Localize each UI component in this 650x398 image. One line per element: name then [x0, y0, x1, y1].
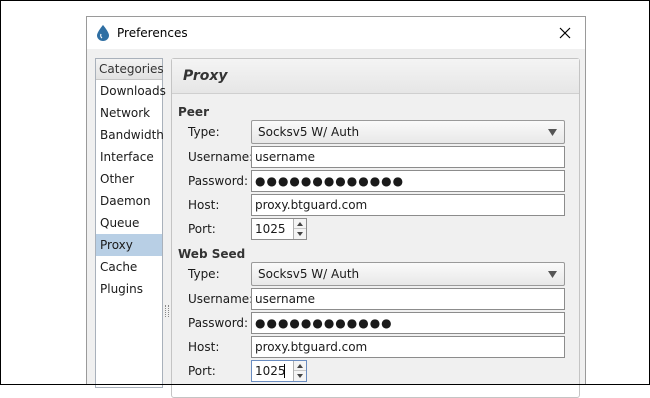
sidebar-item-other[interactable]: Other: [96, 168, 162, 190]
peer-username-field[interactable]: username: [251, 146, 565, 168]
sidebar-item-queue[interactable]: Queue: [96, 212, 162, 234]
webseed-type-value: Socksv5 W/ Auth: [258, 267, 360, 281]
peer-host-field[interactable]: proxy.btguard.com: [251, 194, 565, 216]
sidebar-item-network[interactable]: Network: [96, 102, 162, 124]
droplet-icon: [97, 25, 109, 41]
webseed-username-field[interactable]: username: [251, 288, 565, 310]
arrow-up-icon: [297, 221, 303, 226]
panel-title: Proxy: [172, 59, 579, 94]
sidebar-item-plugins[interactable]: Plugins: [96, 278, 162, 300]
peer-host-label: Host:: [188, 198, 220, 212]
webseed-port-value[interactable]: 1025: [255, 361, 286, 381]
pane-splitter-handle[interactable]: [165, 305, 169, 317]
sidebar-item-interface[interactable]: Interface: [96, 146, 162, 168]
webseed-password-label: Password:: [188, 316, 249, 330]
webseed-port-spin-buttons: [293, 361, 306, 381]
categories-header: Categories: [96, 59, 164, 80]
title-bar: Preferences: [87, 17, 585, 49]
peer-username-label: Username:: [188, 150, 254, 164]
peer-port-label: Port:: [188, 222, 216, 236]
close-button[interactable]: [545, 17, 585, 49]
peer-port-value[interactable]: 1025: [255, 219, 286, 239]
peer-type-value: Socksv5 W/ Auth: [258, 125, 360, 139]
arrow-up-icon: [297, 363, 303, 368]
webseed-password-field[interactable]: ●●●●●●●●●●●●: [251, 312, 565, 334]
peer-port-spinner[interactable]: 1025: [251, 218, 307, 240]
peer-password-field[interactable]: ●●●●●●●●●●●●●: [251, 170, 565, 192]
peer-password-label: Password:: [188, 174, 249, 188]
webseed-section-title: Web Seed: [178, 247, 246, 261]
webseed-type-label: Type:: [188, 267, 220, 281]
webseed-port-spinner[interactable]: 1025: [251, 360, 307, 382]
sidebar-item-cache[interactable]: Cache: [96, 256, 162, 278]
peer-section-title: Peer: [178, 105, 209, 119]
webseed-username-label: Username:: [188, 292, 254, 306]
peer-port-spin-buttons: [293, 219, 306, 239]
webseed-host-field[interactable]: proxy.btguard.com: [251, 336, 565, 358]
peer-port-decrement[interactable]: [294, 229, 306, 239]
triangle-down-icon: [548, 271, 557, 278]
sidebar-item-daemon[interactable]: Daemon: [96, 190, 162, 212]
window-title: Preferences: [117, 26, 188, 40]
sidebar-item-downloads[interactable]: Downloads: [96, 80, 166, 102]
close-icon: [559, 27, 571, 39]
peer-port-increment[interactable]: [294, 219, 306, 229]
categories-list: Categories Downloads Network Bandwidth I…: [95, 58, 166, 388]
text-cursor: [284, 364, 285, 378]
peer-type-dropdown[interactable]: Socksv5 W/ Auth: [251, 120, 565, 144]
webseed-port-decrement[interactable]: [294, 371, 306, 381]
preferences-window: Preferences Categories Downloads Network…: [86, 16, 586, 398]
peer-type-label: Type:: [188, 125, 220, 139]
webseed-type-dropdown[interactable]: Socksv5 W/ Auth: [251, 262, 565, 286]
arrow-down-icon: [297, 374, 303, 378]
arrow-down-icon: [297, 232, 303, 236]
sidebar-item-bandwidth[interactable]: Bandwidth: [96, 124, 164, 146]
webseed-port-increment[interactable]: [294, 361, 306, 371]
triangle-down-icon: [548, 129, 557, 136]
proxy-panel: Proxy Peer Type: Socksv5 W/ Auth Usernam…: [171, 58, 580, 398]
sidebar-item-proxy[interactable]: Proxy: [96, 234, 162, 256]
webseed-host-label: Host:: [188, 340, 220, 354]
webseed-port-label: Port:: [188, 364, 216, 378]
